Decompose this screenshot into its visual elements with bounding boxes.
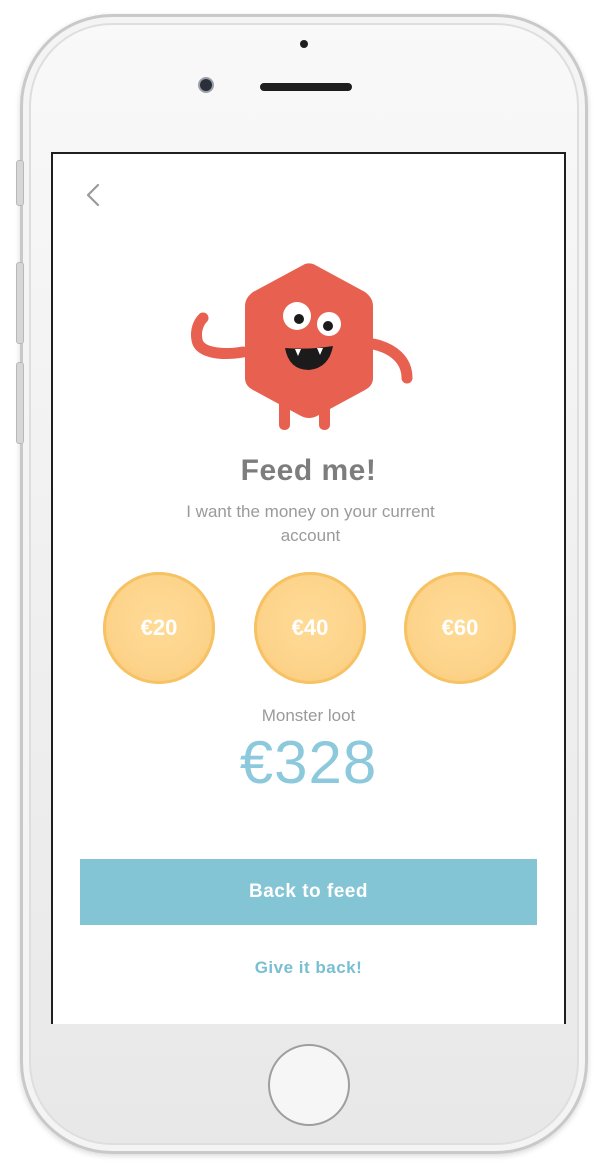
earpiece-speaker: [260, 83, 352, 91]
chevron-left-icon[interactable]: [81, 180, 105, 210]
home-button[interactable]: [268, 1044, 350, 1126]
amount-option-60[interactable]: €60: [404, 572, 516, 684]
mute-switch: [16, 160, 24, 206]
amount-option-40[interactable]: €40: [254, 572, 366, 684]
loot-value: €328: [239, 729, 378, 796]
back-to-feed-button[interactable]: Back to feed: [80, 859, 537, 925]
monster-mascot: [191, 263, 413, 430]
proximity-sensor: [300, 40, 308, 48]
amount-option-20[interactable]: €20: [103, 572, 215, 684]
loot-label: Monster loot: [261, 706, 356, 725]
front-camera: [200, 79, 212, 91]
volume-up-button: [16, 262, 24, 344]
page-subtitle: I want the money on your current account: [186, 502, 435, 545]
page-title: Feed me!: [240, 454, 377, 487]
app-screen: Feed me! I want the money on your curren…: [51, 152, 566, 1024]
volume-down-button: [16, 362, 24, 444]
give-it-back-link[interactable]: Give it back!: [53, 958, 564, 978]
